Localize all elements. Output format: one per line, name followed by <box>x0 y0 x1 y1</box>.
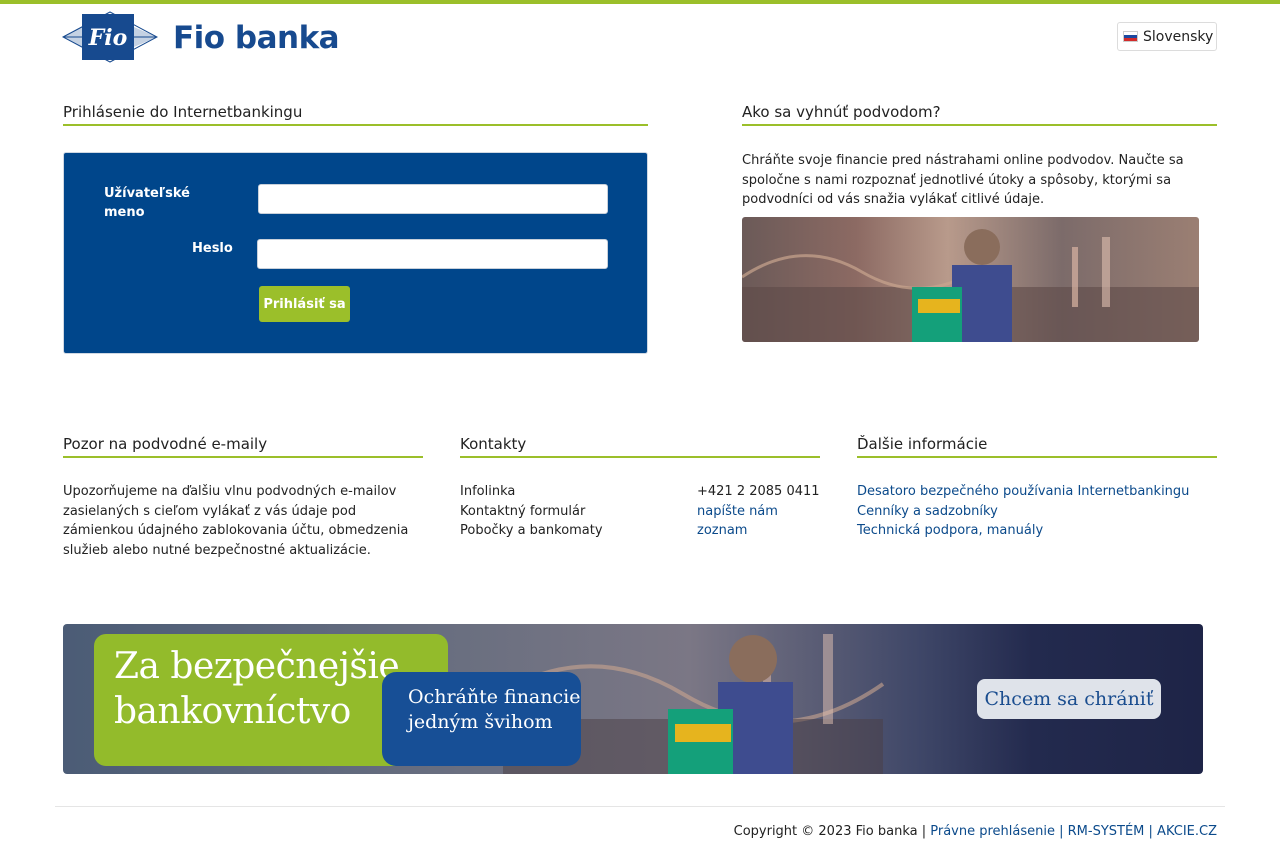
legal-notice-link[interactable]: Právne prehlásenie <box>930 824 1055 839</box>
slovak-flag-icon <box>1123 31 1138 42</box>
language-label: Slovensky <box>1143 28 1214 45</box>
password-input[interactable] <box>257 239 608 269</box>
more-info-section-title: Ďalšie informácie <box>857 435 1217 458</box>
contact-label-infolinka: Infolinka <box>460 484 516 499</box>
akcie-cz-link[interactable]: AKCIE.CZ <box>1157 824 1217 839</box>
top-accent-stripe <box>0 0 1280 4</box>
footer: Copyright © 2023 Fio banka | Právne preh… <box>734 824 1217 839</box>
login-submit-button[interactable]: Prihlásiť sa <box>259 286 350 322</box>
copyright-text: Copyright © 2023 Fio banka | <box>733 824 927 839</box>
login-form: Užívateľské meno Heslo Prihlásiť sa <box>63 152 648 354</box>
fraud-promo-image[interactable] <box>742 217 1199 342</box>
contacts-section-title: Kontakty <box>460 435 820 458</box>
phishing-section-title: Pozor na podvodné e-maily <box>63 435 423 458</box>
contact-phone: +421 2 2085 0411 <box>697 484 820 499</box>
banner-headline-line1: Za bezpečnejšie <box>114 646 400 687</box>
security-banner[interactable]: Za bezpečnejšie bankovníctvo Ochráňte fi… <box>63 624 1203 774</box>
banner-subheadline: Ochráňte financie jedným švihom <box>408 685 580 735</box>
contact-label-branches: Pobočky a bankomaty <box>460 523 603 538</box>
rm-system-link[interactable]: RM-SYSTÉM <box>1068 824 1145 839</box>
footer-separator: | <box>1144 824 1158 839</box>
username-input[interactable] <box>258 184 608 214</box>
password-label: Heslo <box>192 241 233 256</box>
banner-sub-line1: Ochráňte financie <box>408 686 581 708</box>
fraud-section-title: Ako sa vyhnúť podvodom? <box>742 103 1217 126</box>
promo-illustration-icon <box>742 229 1199 342</box>
tech-support-link[interactable]: Technická podpora, manuály <box>857 521 1217 541</box>
logo-text: Fio banka <box>173 20 340 56</box>
login-section-title: Prihlásenie do Internetbankingu <box>63 103 648 126</box>
pricing-link[interactable]: Cenníky a sadzobníky <box>857 502 1217 522</box>
phishing-description: Upozorňujeme na ďalšiu vlnu podvodných e… <box>63 484 409 558</box>
branches-list-link[interactable]: zoznam <box>697 521 822 541</box>
language-selector[interactable]: Slovensky <box>1117 22 1217 51</box>
footer-divider <box>55 806 1225 807</box>
fraud-description: Chráňte svoje financie pred nástrahami o… <box>742 153 1184 207</box>
logo-emblem-text: Fio <box>88 25 128 51</box>
banner-cta-button[interactable]: Chcem sa chrániť <box>977 679 1161 719</box>
security-guide-link[interactable]: Desatoro bezpečného používania Internetb… <box>857 482 1217 502</box>
banner-sub-line2: jedným švihom <box>408 711 553 733</box>
fio-banka-logo[interactable]: Fio Fio banka <box>62 11 342 63</box>
contact-label-form: Kontaktný formulár <box>460 504 586 519</box>
banner-headline-line2: bankovníctvo <box>114 691 351 732</box>
fio-emblem-icon: Fio <box>62 11 158 63</box>
contact-form-link[interactable]: napíšte nám <box>697 502 822 522</box>
username-label: Užívateľské meno <box>104 186 190 220</box>
banner-headline: Za bezpečnejšie bankovníctvo <box>114 644 400 734</box>
footer-separator: | <box>1054 824 1068 839</box>
